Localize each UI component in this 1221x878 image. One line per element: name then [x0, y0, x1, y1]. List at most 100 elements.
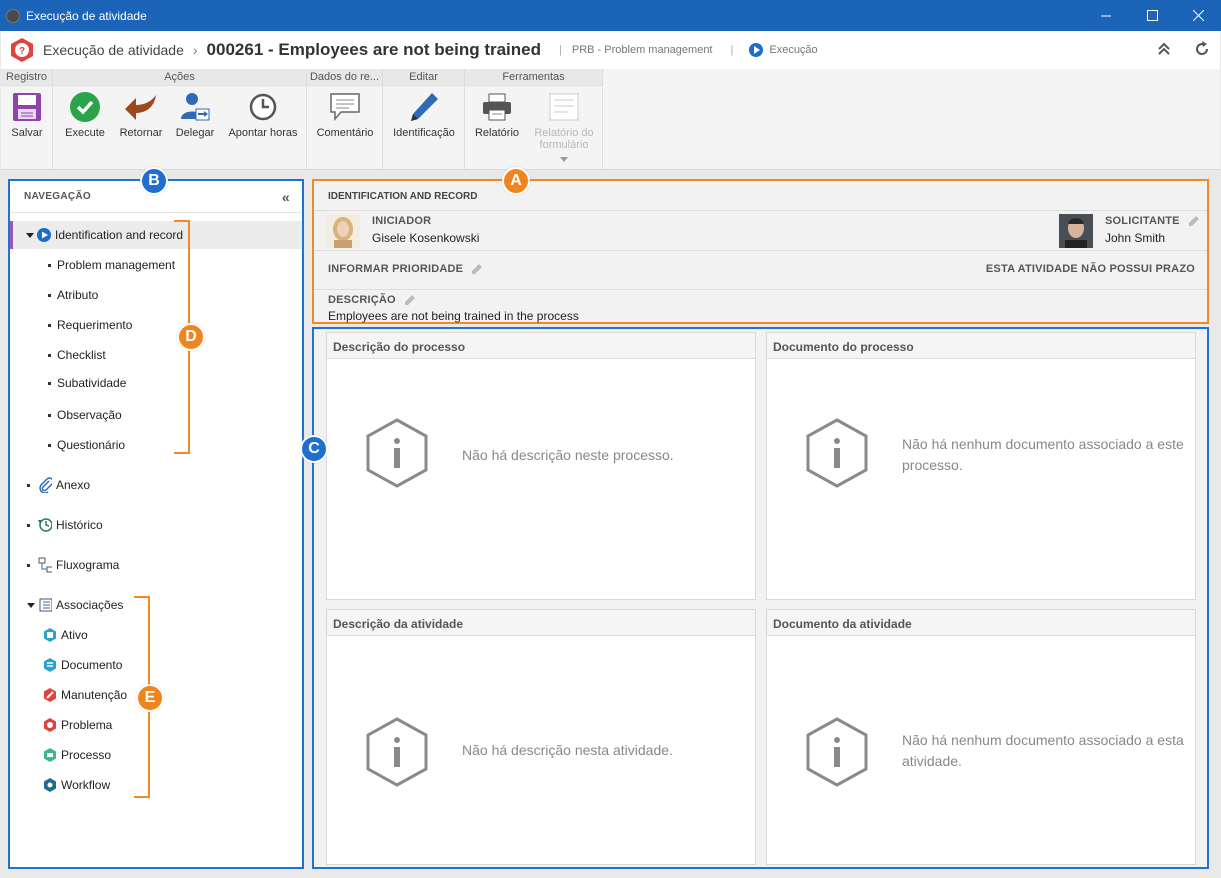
nav-item-label: Ativo	[61, 628, 88, 642]
maximize-icon	[1146, 10, 1158, 21]
problem-logo-icon: ?	[11, 38, 33, 62]
nav-item-label: Checklist	[57, 348, 106, 362]
collapse-panel-button[interactable]: «	[282, 189, 290, 205]
edit-pencil-icon[interactable]	[1188, 216, 1199, 227]
info-icon	[806, 717, 868, 787]
refresh-icon	[1196, 41, 1209, 56]
initiator-avatar	[326, 214, 360, 248]
ribbon-group-acoes: Ações Execute Retornar Delegar Apontar h…	[53, 69, 307, 169]
process-icon	[43, 748, 57, 762]
nav-item-questionario[interactable]: Questionário	[10, 431, 302, 459]
expand-icon	[26, 232, 34, 238]
comment-label: Comentário	[316, 127, 374, 139]
identification-button[interactable]: Identificação	[391, 91, 457, 139]
status-label: Execução	[769, 44, 818, 56]
nav-item-problem-management[interactable]: Problem management	[10, 251, 302, 279]
nav-item-label: Identification and record	[55, 228, 184, 242]
ribbon-group-registro: Registro Salvar	[1, 69, 53, 169]
return-button[interactable]: Retornar	[116, 91, 166, 139]
breadcrumb[interactable]: Execução de atividade	[43, 42, 184, 58]
nav-item-label: Problema	[61, 718, 113, 732]
clock-icon	[246, 91, 280, 123]
ribbon-group-editar: Editar Identificação	[383, 69, 465, 169]
nav-item-label: Subatividade	[57, 376, 127, 390]
edit-pencil-icon[interactable]	[405, 295, 416, 306]
nav-item-label: Atributo	[57, 288, 99, 302]
callout-d: D	[177, 323, 205, 351]
return-label: Retornar	[119, 127, 163, 139]
nav-item-subatividade[interactable]: Subatividade	[10, 369, 302, 397]
nav-item-label: Observação	[57, 408, 122, 422]
nav-item-ativo[interactable]: Ativo	[10, 621, 302, 649]
ribbon-group-title: Editar	[383, 69, 464, 86]
nav-item-anexo[interactable]: Anexo	[10, 471, 302, 499]
identification-label: Identificação	[393, 127, 455, 139]
nav-item-documento[interactable]: Documento	[10, 651, 302, 679]
return-arrow-icon	[124, 91, 158, 123]
nav-item-requerimento[interactable]: Requerimento	[10, 311, 302, 339]
problem-icon	[43, 718, 57, 732]
nav-item-workflow[interactable]: Workflow	[10, 771, 302, 799]
comment-button[interactable]: Comentário	[313, 91, 377, 139]
paperclip-icon	[38, 477, 52, 493]
header-divider: |	[559, 44, 562, 56]
priority-label: INFORMAR PRIORIDADE	[328, 263, 464, 275]
edit-pencil-icon[interactable]	[472, 264, 483, 275]
card-message: Não há nenhum documento associado a esta…	[902, 732, 1184, 769]
ribbon-group-dados: Dados do re... Comentário	[307, 69, 383, 169]
delegate-label: Delegar	[175, 127, 215, 139]
participants-row: INICIADOR Gisele Kosenkowski SOLICITANTE…	[314, 211, 1207, 251]
double-chevron-up-icon	[1158, 42, 1170, 55]
nav-item-label: Problem management	[57, 258, 176, 272]
form-report-button[interactable]: Relatório do formulário	[529, 91, 599, 165]
priority-field[interactable]: INFORMAR PRIORIDADE	[328, 263, 483, 275]
title-bar: Execução de atividade	[0, 0, 1221, 31]
nav-item-associacoes[interactable]: Associações	[10, 591, 302, 619]
nav-item-fluxograma[interactable]: Fluxograma	[10, 551, 302, 579]
description-field[interactable]: DESCRIÇÃO	[328, 294, 416, 306]
execute-button[interactable]: Execute	[63, 91, 107, 139]
description-value: Employees are not being trained in the p…	[328, 309, 579, 323]
refresh-button[interactable]	[1192, 39, 1212, 59]
callout-e: E	[136, 684, 164, 712]
nav-item-atributo[interactable]: Atributo	[10, 281, 302, 309]
nav-item-identification[interactable]: Identification and record	[10, 221, 302, 249]
card-title: Descrição do processo	[327, 333, 755, 359]
requester-avatar	[1059, 214, 1093, 248]
activity-description-card: Descrição da atividade Não há descrição …	[326, 609, 756, 865]
header-divider: |	[730, 44, 734, 56]
process-category: PRB - Problem management	[571, 44, 713, 56]
asset-icon	[43, 628, 57, 642]
flowchart-icon	[38, 557, 52, 573]
report-label: Relatório	[474, 127, 520, 139]
card-title: Documento do processo	[767, 333, 1195, 359]
requester-label: SOLICITANTE	[1105, 215, 1199, 227]
window-title: Execução de atividade	[26, 8, 147, 23]
nav-item-label: Manutenção	[61, 688, 128, 702]
content-panel: Descrição do processo Não há descrição n…	[312, 327, 1209, 869]
play-icon	[749, 43, 764, 57]
minimize-icon	[1100, 15, 1111, 17]
close-button[interactable]	[1175, 0, 1221, 31]
nav-item-observacao[interactable]: Observação	[10, 401, 302, 429]
maximize-button[interactable]	[1129, 0, 1175, 31]
nav-item-checklist[interactable]: Checklist	[10, 341, 302, 369]
navigation-title: NAVEGAÇÃO	[24, 191, 91, 202]
minimize-button[interactable]	[1083, 0, 1129, 31]
nav-item-historico[interactable]: Histórico	[10, 511, 302, 539]
nav-item-problema[interactable]: Problema	[10, 711, 302, 739]
report-button[interactable]: Relatório	[471, 91, 523, 139]
breadcrumb-separator: ›	[192, 42, 198, 58]
collapse-header-button[interactable]	[1154, 39, 1174, 59]
info-icon	[366, 418, 428, 488]
app-icon	[6, 8, 20, 23]
card-message: Não há nenhum documento associado a este…	[902, 436, 1184, 473]
save-button[interactable]: Salvar	[7, 91, 47, 139]
close-icon	[1192, 10, 1204, 21]
nav-item-processo[interactable]: Processo	[10, 741, 302, 769]
delegate-button[interactable]: Delegar	[173, 91, 217, 139]
log-hours-button[interactable]: Apontar horas	[225, 91, 301, 139]
process-document-card: Documento do processo Não há nenhum docu…	[766, 332, 1196, 600]
comment-icon	[328, 91, 362, 123]
callout-b: B	[140, 167, 168, 195]
